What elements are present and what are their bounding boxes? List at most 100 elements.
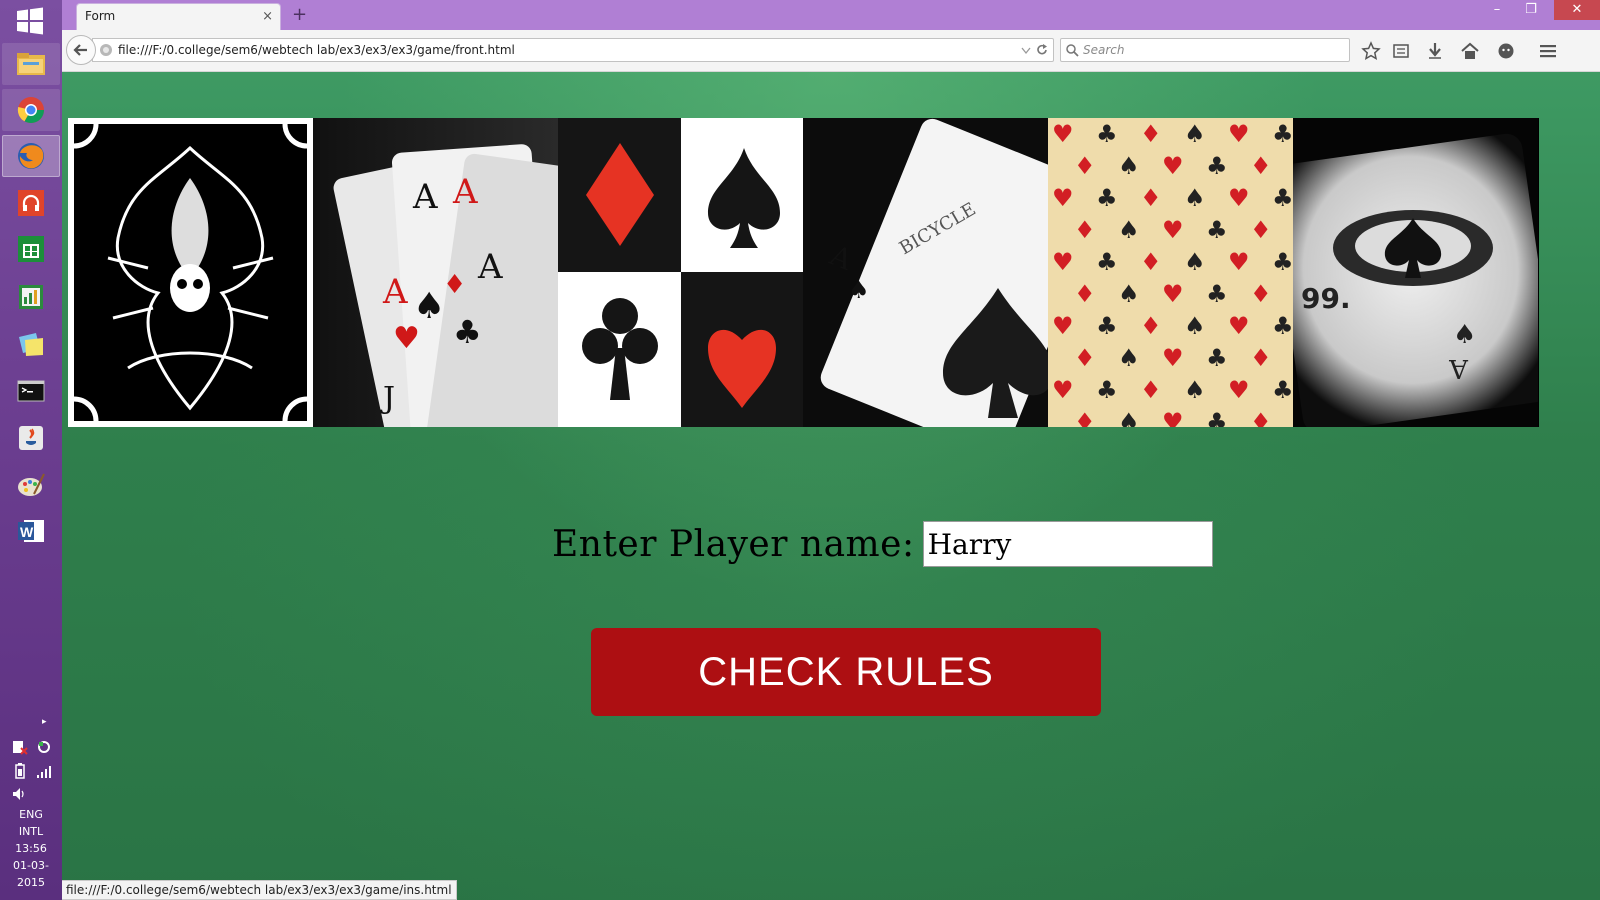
volume-icon[interactable]	[12, 786, 28, 805]
java-icon	[19, 426, 43, 450]
pattern-suit-glyph: ♥	[1162, 280, 1184, 308]
taskbar-firefox[interactable]	[2, 135, 60, 177]
clock[interactable]: 13:56 01-03-2015	[0, 840, 62, 891]
taskbar-music[interactable]	[2, 182, 60, 224]
pattern-suit-glyph: ♣	[1272, 248, 1293, 276]
pattern-suit-glyph: ♣	[1206, 408, 1228, 427]
new-tab-button[interactable]: +	[292, 4, 307, 25]
navigation-toolbar: file:///F:/0.college/sem6/webtech lab/ex…	[62, 30, 1600, 72]
check-rules-button[interactable]: CHECK RULES	[591, 628, 1101, 716]
pattern-suit-glyph: ♦	[1074, 408, 1096, 427]
svg-text:A: A	[452, 172, 478, 212]
taskbar-chrome[interactable]	[2, 89, 60, 131]
restore-button[interactable]: ❐	[1514, 0, 1548, 20]
bookmarks-menu-icon[interactable]	[1391, 41, 1411, 61]
pattern-suit-glyph: ♣	[1206, 216, 1228, 244]
headphones-icon	[18, 190, 44, 216]
downloads-icon[interactable]	[1425, 41, 1445, 61]
pattern-suit-glyph: ♠	[1118, 280, 1140, 308]
pattern-suit-glyph: ♠	[1118, 344, 1140, 372]
pattern-suit-glyph: ♠	[1184, 376, 1206, 404]
tab-form[interactable]: Form ×	[76, 3, 281, 30]
svg-text:99.: 99.	[1301, 282, 1351, 315]
search-input[interactable]: Search	[1060, 38, 1350, 62]
svg-text:♠: ♠	[1453, 320, 1476, 350]
pattern-suit-glyph: ♥	[1052, 248, 1074, 276]
banner-card-tribal	[68, 118, 313, 427]
window-close-button[interactable]: ✕	[1554, 0, 1600, 20]
taskbar-store[interactable]	[2, 228, 60, 270]
pattern-suit-glyph: ♥	[1162, 408, 1184, 427]
bookmark-star-icon[interactable]	[1361, 41, 1381, 61]
taskbar-sticky-notes[interactable]	[2, 323, 60, 365]
pattern-suit-glyph: ♣	[1096, 376, 1118, 404]
taskbar-command-prompt[interactable]	[2, 370, 60, 412]
input-language[interactable]: ENG INTL	[0, 806, 62, 840]
word-icon: W	[18, 520, 44, 542]
pattern-suit-glyph: ♣	[1272, 376, 1293, 404]
taskbar-java[interactable]	[2, 417, 60, 459]
taskbar-project[interactable]	[2, 276, 60, 318]
clock-date: 01-03-2015	[13, 859, 49, 889]
svg-text:A: A	[412, 177, 438, 217]
back-button[interactable]	[66, 35, 96, 65]
pattern-suit-glyph: ♦	[1250, 152, 1272, 180]
pattern-suit-glyph: ♦	[1074, 152, 1096, 180]
close-tab-icon[interactable]: ×	[262, 9, 273, 24]
sync-icon[interactable]	[36, 739, 52, 759]
pattern-suit-glyph: ♠	[1118, 216, 1140, 244]
action-center-icon[interactable]	[12, 739, 28, 759]
pattern-suit-glyph: ♣	[1206, 152, 1228, 180]
pattern-suit-glyph: ♠	[1184, 184, 1206, 212]
player-name-label: Enter Player name:	[552, 523, 915, 565]
svg-text:♣: ♣	[453, 313, 482, 351]
pattern-suit-glyph: ♥	[1162, 152, 1184, 180]
url-bar[interactable]: file:///F:/0.college/sem6/webtech lab/ex…	[92, 38, 1054, 62]
signal-icon[interactable]	[36, 764, 52, 783]
pattern-suit-glyph: ♦	[1074, 280, 1096, 308]
pattern-suit-glyph: ♥	[1228, 376, 1250, 404]
pattern-suit-glyph: ♦	[1250, 408, 1272, 427]
svg-text:♥: ♥	[393, 321, 420, 356]
player-name-input[interactable]: Harry	[922, 521, 1213, 567]
chrome-icon	[17, 97, 45, 124]
taskbar-paint[interactable]	[2, 464, 60, 506]
pattern-suit-glyph: ♣	[1096, 120, 1118, 148]
windows-start-icon[interactable]	[15, 6, 45, 36]
store-icon	[18, 236, 44, 262]
banner-card-aces: A A A A ♠ ♦ ♥ ♣ J	[313, 118, 558, 427]
battery-icon[interactable]	[14, 763, 26, 783]
menu-icon[interactable]	[1538, 41, 1558, 61]
pattern-suit-glyph: ♦	[1140, 120, 1162, 148]
status-bar-link: file:///F:/0.college/sem6/webtech lab/ex…	[62, 880, 457, 900]
back-arrow-icon	[73, 44, 87, 56]
svg-text:J: J	[380, 381, 395, 416]
pattern-suit-glyph: ♣	[1206, 344, 1228, 372]
show-hidden-icons-icon[interactable]: ▸	[42, 717, 47, 727]
pattern-suit-glyph: ♠	[1184, 248, 1206, 276]
site-identity-icon[interactable]	[99, 43, 113, 57]
search-icon	[1066, 44, 1079, 57]
taskbar-file-explorer[interactable]	[2, 43, 60, 85]
svg-text:♦: ♦	[443, 270, 466, 300]
banner-card-suits	[558, 118, 803, 427]
pattern-suit-glyph: ♦	[1250, 280, 1272, 308]
pattern-suit-glyph: ♦	[1074, 216, 1096, 244]
pattern-suit-glyph: ♦	[1140, 184, 1162, 212]
card-banner: A A A A ♠ ♦ ♥ ♣ J A ♠ BICYCLE ♥ ♣ ♦ ♠ ♥ …	[68, 118, 1539, 427]
pattern-suit-glyph: ♠	[1118, 408, 1140, 427]
url-dropdown-icon[interactable]	[1021, 45, 1031, 55]
pattern-suit-glyph: ♣	[1096, 248, 1118, 276]
minimize-button[interactable]: –	[1480, 0, 1514, 20]
pattern-suit-glyph: ♣	[1272, 120, 1293, 148]
reload-icon[interactable]	[1035, 43, 1049, 57]
taskbar-word[interactable]: W	[2, 510, 60, 552]
sticky-notes-icon	[19, 333, 43, 356]
pattern-suit-glyph: ♦	[1250, 216, 1272, 244]
url-text: file:///F:/0.college/sem6/webtech lab/ex…	[118, 43, 515, 57]
hello-chat-icon[interactable]	[1496, 41, 1516, 61]
home-icon[interactable]	[1460, 41, 1480, 61]
pattern-suit-glyph: ♦	[1140, 312, 1162, 340]
pattern-suit-glyph: ♦	[1250, 344, 1272, 372]
svg-text:A: A	[382, 272, 408, 312]
